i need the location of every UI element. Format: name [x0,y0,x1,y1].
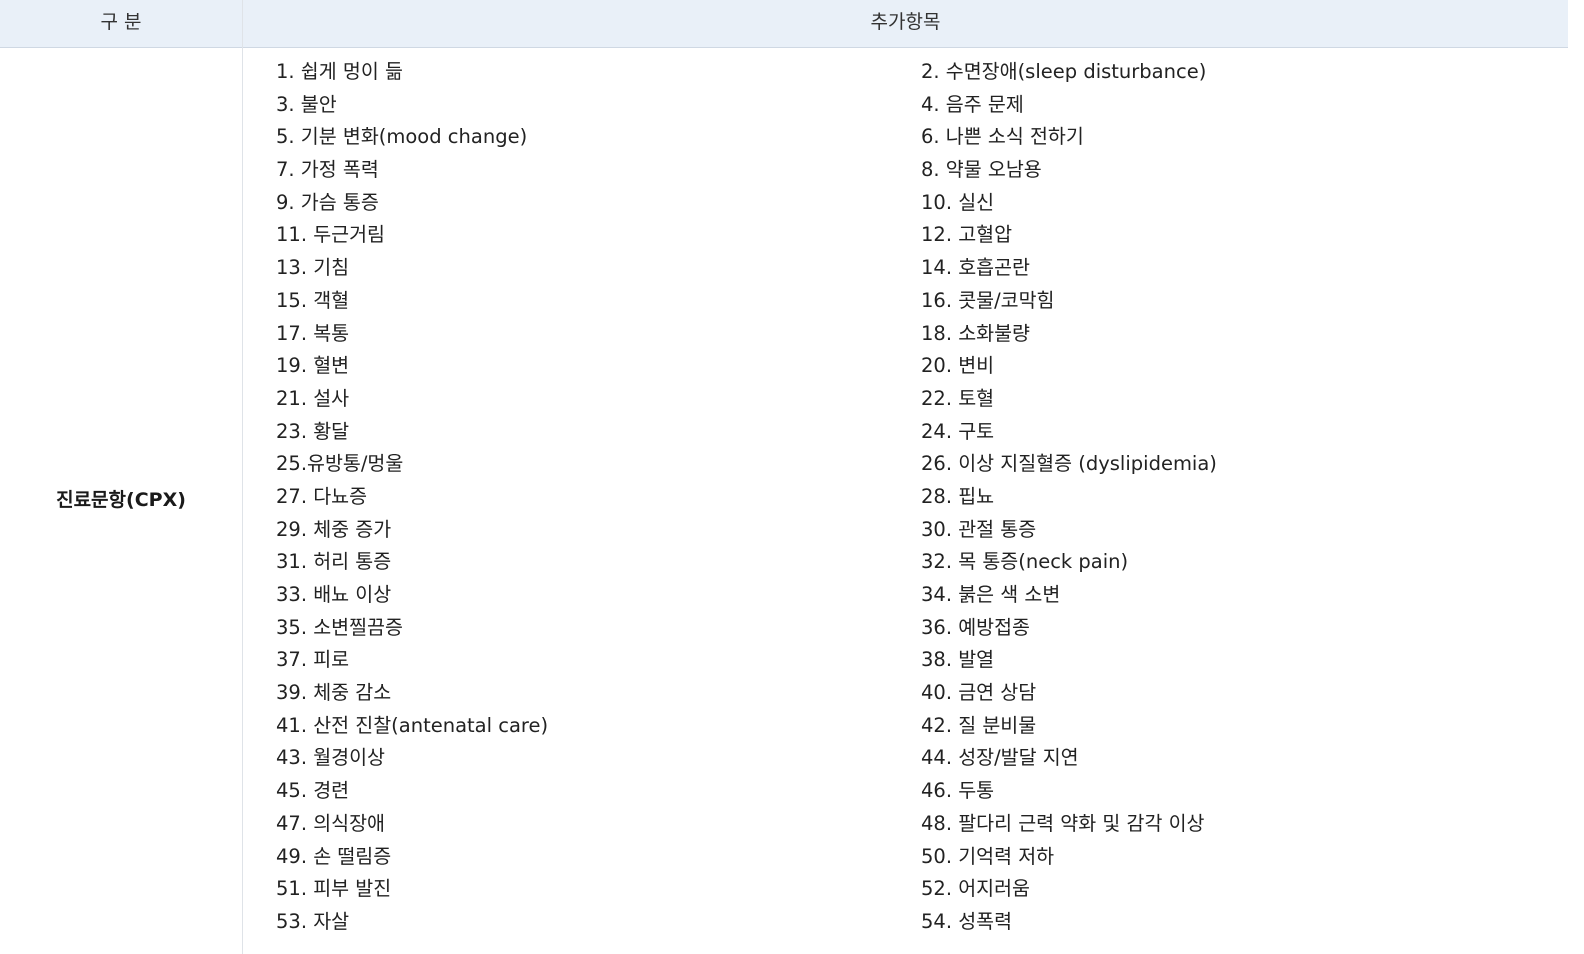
list-item: 46. 두통 [921,779,995,803]
list-item: 21. 설사 [276,386,350,410]
list-item: 35. 소변찔끔증 [276,615,403,639]
header-additional-items: 추가항목 [870,11,941,33]
header-category: 구 분 [100,11,142,33]
list-item: 33. 배뇨 이상 [276,583,392,606]
table-header-row: 구 분 추가항목 [0,0,1568,48]
list-item: 2. 수면장애(sleep disturbance) [921,60,1207,83]
list-item: 17. 복통 [276,321,350,345]
list-item: 25.유방통/멍울 [276,452,404,476]
list-item: 41. 산전 진찰(antenatal care) [276,713,549,737]
list-item: 27. 다뇨증 [276,484,368,508]
list-item: 10. 실신 [921,190,995,214]
list-item: 3. 불안 [276,92,337,116]
list-item: 53. 자살 [276,909,350,933]
list-item: 52. 어지러움 [921,877,1030,901]
list-item: 51. 피부 발진 [276,877,392,901]
list-item: 37. 피로 [276,648,350,672]
list-item: 13. 기침 [276,256,350,280]
list-item: 47. 의식장애 [276,811,385,835]
list-item: 9. 가슴 통증 [276,190,379,214]
list-item: 7. 가정 폭력 [276,158,379,182]
list-item: 1. 쉽게 멍이 듦 [276,60,403,83]
list-item: 48. 팔다리 근력 약화 및 감각 이상 [921,811,1205,835]
list-item: 24. 구토 [921,419,995,443]
list-item: 11. 두근거림 [276,223,385,247]
list-item: 8. 약물 오남용 [921,158,1042,182]
list-item: 15. 객혈 [276,288,350,312]
list-item: 6. 나쁜 소식 전하기 [921,125,1084,149]
list-item: 14. 호흡곤란 [921,256,1030,280]
list-item: 29. 체중 증가 [276,517,392,541]
list-item: 40. 금연 상담 [921,681,1037,705]
list-item: 28. 핍뇨 [921,484,995,508]
list-item: 44. 성장/발달 지연 [921,746,1079,770]
list-item: 54. 성폭력 [921,909,1013,933]
list-item: 18. 소화불량 [921,321,1030,345]
cpx-table: 구 분 추가항목 진료문항(CPX) 1. 쉽게 멍이 듦 2. 수면장애(sle… [0,0,1568,954]
column-divider [242,0,243,954]
list-item: 4. 음주 문제 [921,92,1024,116]
list-item: 12. 고혈압 [921,223,1013,247]
item-list: 1. 쉽게 멍이 듦 2. 수면장애(sleep disturbance) 3. 불… [276,56,1536,939]
list-item: 23. 황달 [276,419,350,443]
list-item: 5. 기분 변화(mood change) [276,125,528,149]
list-item: 26. 이상 지질혈증 (dyslipidemia) [921,452,1217,476]
row-label-cpx: 진료문항(CPX) [56,489,186,511]
list-item: 42. 질 분비물 [921,713,1037,737]
list-item: 38. 발열 [921,648,995,672]
list-item: 30. 관절 통증 [921,517,1037,541]
list-item: 45. 경련 [276,779,350,803]
list-item: 19. 혈변 [276,354,350,378]
list-item: 39. 체중 감소 [276,681,392,705]
list-item: 49. 손 떨림증 [276,844,392,868]
list-item: 50. 기억력 저하 [921,844,1055,868]
list-item: 43. 월경이상 [276,746,385,770]
list-item: 31. 허리 통증 [276,550,392,574]
list-item: 32. 목 통증(neck pain) [921,550,1129,574]
list-item: 36. 예방접종 [921,615,1030,639]
list-item: 34. 붉은 색 소변 [921,583,1061,606]
list-item: 22. 토혈 [921,386,995,410]
list-item: 20. 변비 [921,354,995,378]
list-item: 16. 콧물/코막힘 [921,288,1055,312]
